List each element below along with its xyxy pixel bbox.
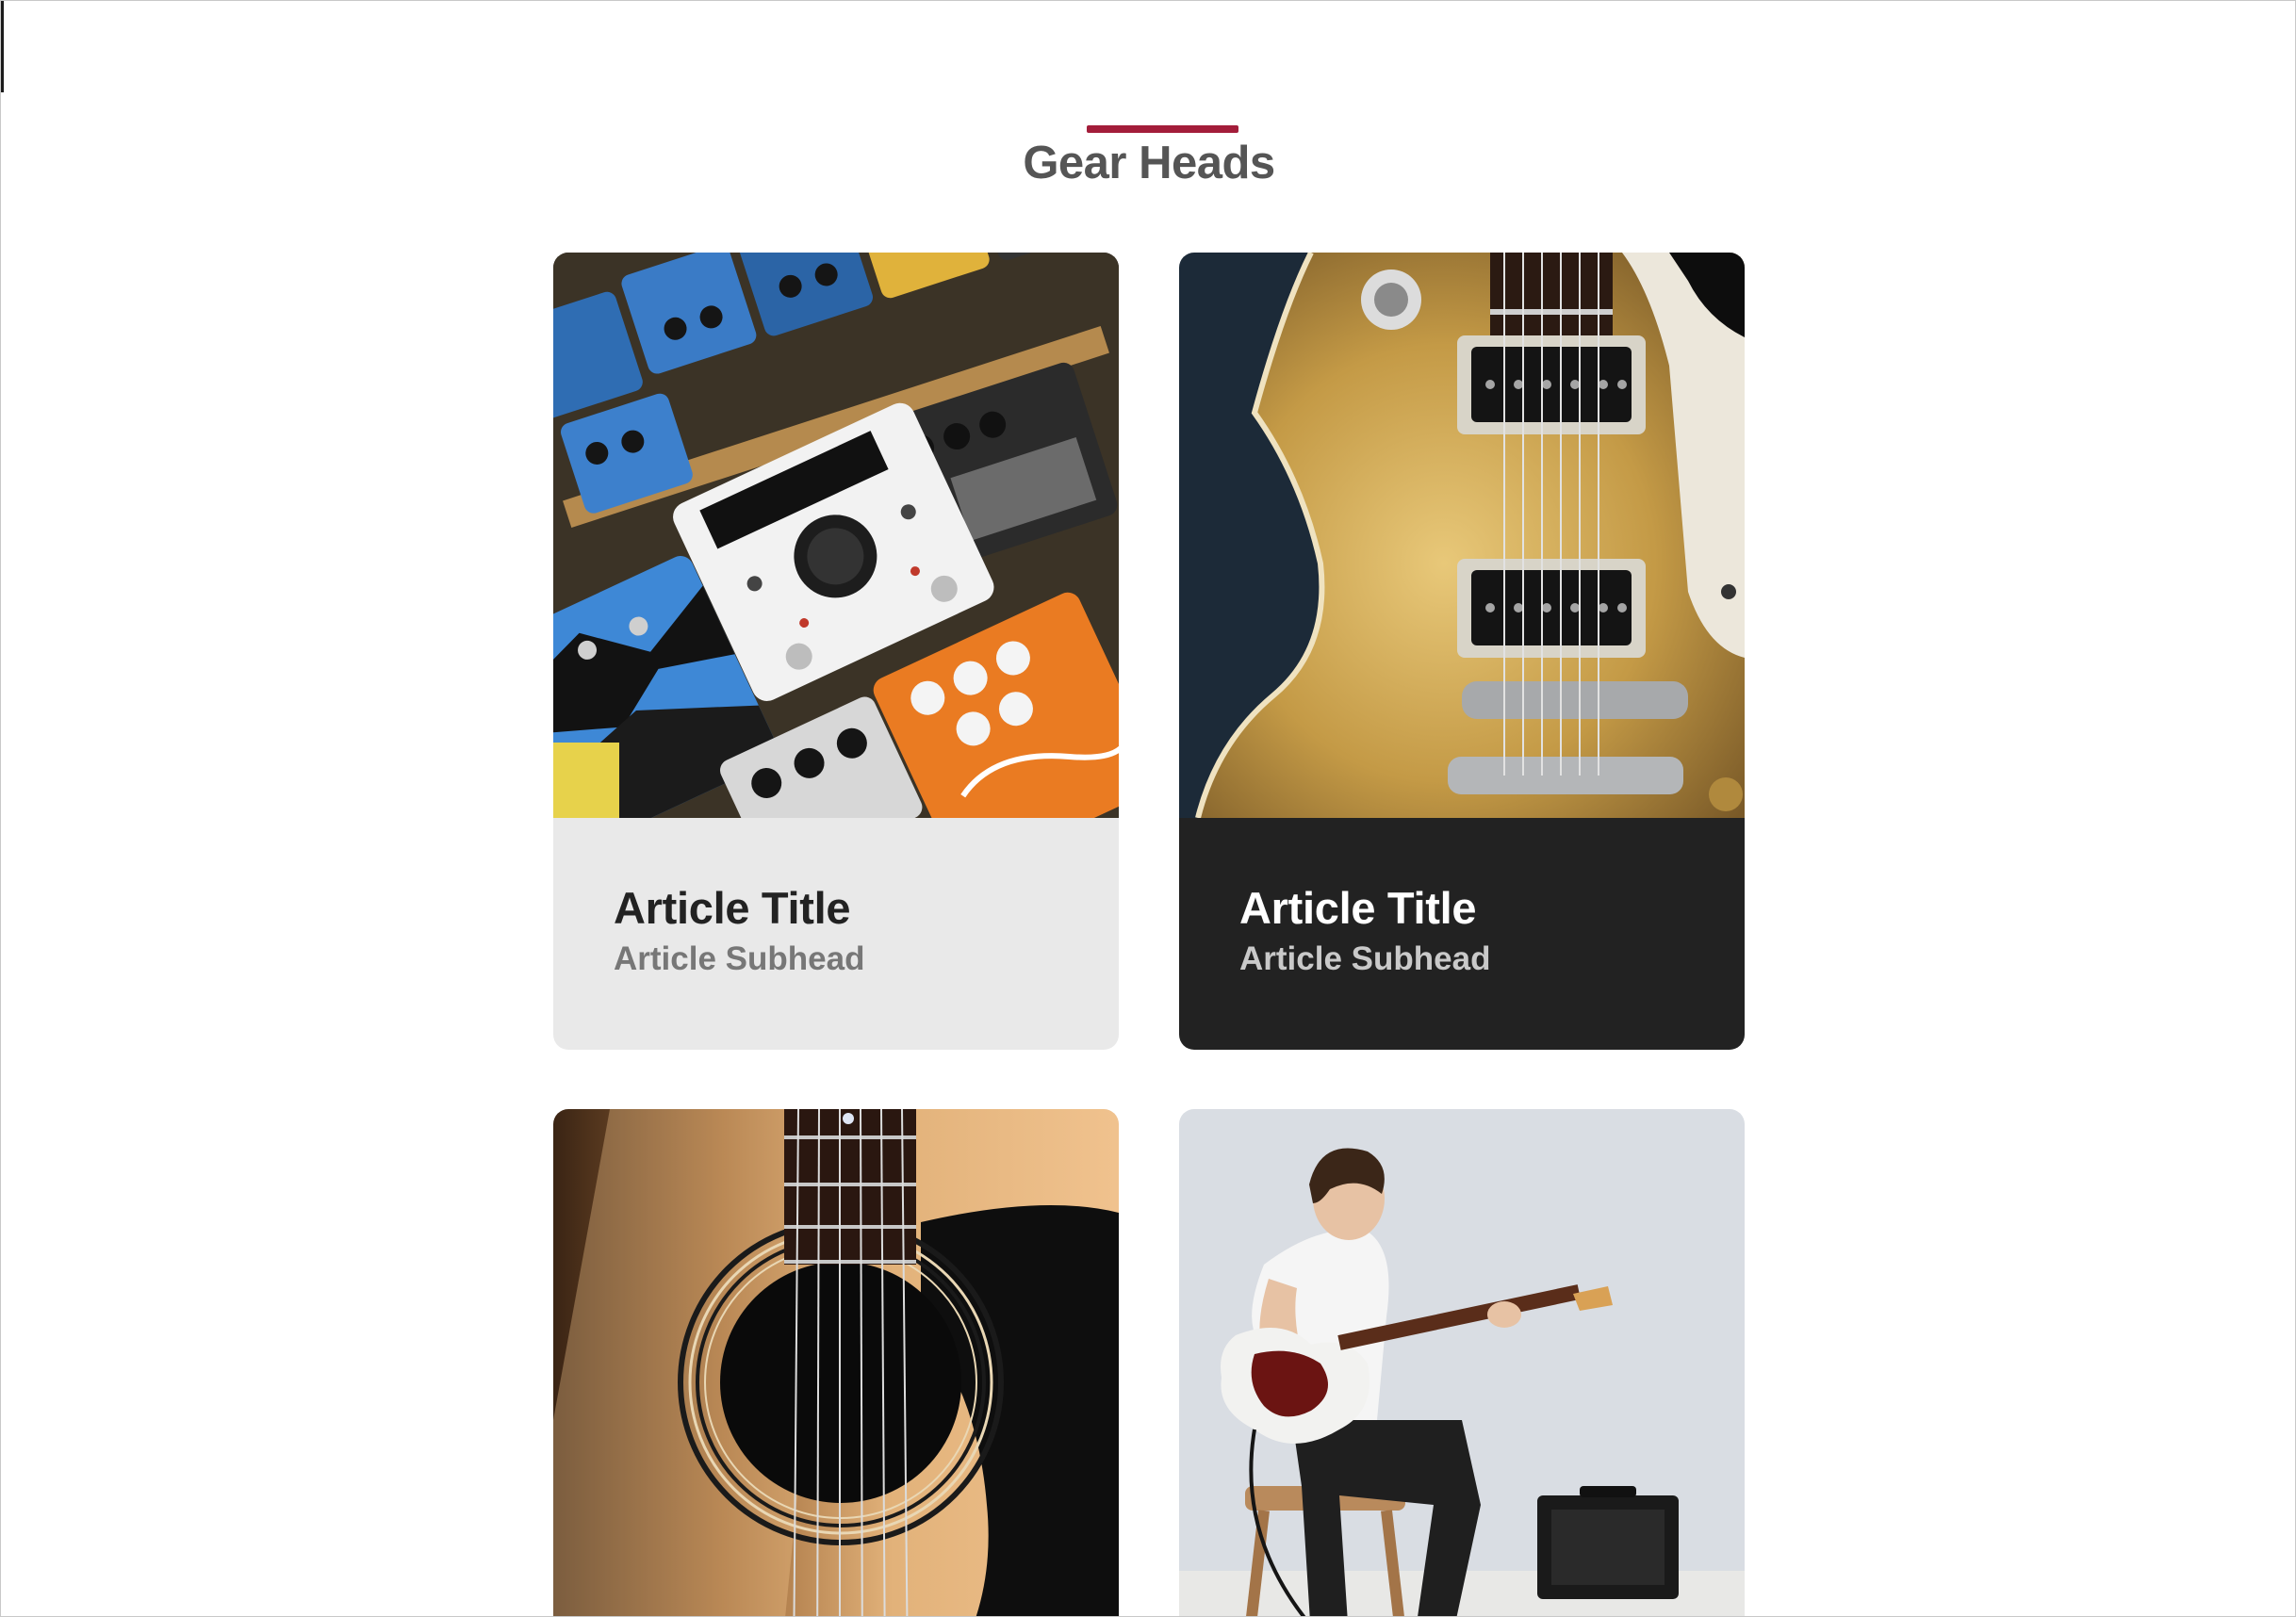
section-title: Gear Heads (1023, 138, 1275, 188)
article-image[interactable] (553, 1109, 1119, 1616)
section-accent-bar (1087, 125, 1238, 133)
article-card-body: Article Title Article Subhead (553, 818, 1119, 1050)
pedals-photo (553, 253, 1119, 818)
acoustic-guitar-soundhole-photo (553, 1109, 1119, 1616)
guitarist-seated-photo (1179, 1109, 1745, 1616)
article-subhead: Article Subhead (614, 940, 865, 977)
article-card[interactable] (553, 1109, 1119, 1616)
article-title[interactable]: Article Title (614, 882, 1058, 935)
article-card[interactable]: Article Title Article Subhead (1179, 253, 1745, 1050)
article-card[interactable]: Article Title Article Subhead (553, 253, 1119, 1050)
article-subhead: Article Subhead (1239, 940, 1491, 977)
article-title[interactable]: Article Title (1239, 882, 1684, 935)
electric-guitar-body-photo (1179, 253, 1745, 818)
article-image[interactable] (553, 253, 1119, 818)
article-image[interactable] (1179, 253, 1745, 818)
article-image[interactable] (1179, 1109, 1745, 1616)
window-edge-mark (1, 1, 4, 92)
article-card-body: Article Title Article Subhead (1179, 818, 1745, 1050)
browser-viewport: Gear Heads Article Title Article Subhead… (0, 0, 2296, 1617)
article-card[interactable] (1179, 1109, 1745, 1616)
